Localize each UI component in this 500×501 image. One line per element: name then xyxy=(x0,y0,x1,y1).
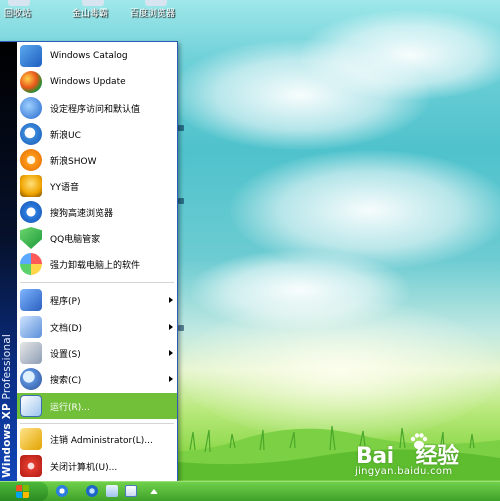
menu-item-uninstaller[interactable]: 强力卸载电脑上的软件 xyxy=(17,251,177,277)
sogou-browser-icon xyxy=(20,201,42,223)
menu-separator xyxy=(20,282,174,283)
desktop-icon-label[interactable]: 金山毒霸 xyxy=(72,6,108,19)
run-icon xyxy=(20,395,42,417)
program-defaults-icon xyxy=(20,97,42,119)
ie-icon[interactable] xyxy=(86,485,98,497)
start-button[interactable] xyxy=(0,482,48,501)
chevron-up-icon[interactable] xyxy=(150,489,158,494)
banner-text: Windows XP Professional xyxy=(1,334,13,478)
menu-item-label: 关闭计算机(U)... xyxy=(50,462,118,473)
menu-separator xyxy=(20,423,174,424)
menu-item-label: 运行(R)... xyxy=(50,402,90,413)
menu-item-settings[interactable]: 设置(S) xyxy=(17,340,177,366)
menu-item-search[interactable]: 搜索(C) xyxy=(17,366,177,392)
watermark-url: jingyan.baidu.com xyxy=(355,466,453,477)
qq-pc-manager-icon xyxy=(20,227,42,249)
submenu-arrow-icon xyxy=(169,324,173,330)
sina-uc-icon xyxy=(20,123,42,145)
desktop-icon-label[interactable]: 回收站 xyxy=(4,6,31,19)
desktop-icon-fragment xyxy=(178,325,184,331)
start-menu-banner: Windows XP Professional xyxy=(0,42,17,482)
desktop-icon-label[interactable]: 百度浏览器 xyxy=(130,6,175,19)
menu-item-qq-pc-manager[interactable]: QQ电脑管家 xyxy=(17,225,177,251)
windows-logo-icon xyxy=(16,485,29,498)
menu-item-sina-show[interactable]: 新浪SHOW xyxy=(17,147,177,173)
submenu-arrow-icon xyxy=(169,376,173,382)
programs-icon xyxy=(20,289,42,311)
menu-item-label: YY语音 xyxy=(50,182,79,193)
menu-item-label: 新浪SHOW xyxy=(50,156,97,167)
search-icon xyxy=(20,368,42,390)
menu-item-label: 程序(P) xyxy=(50,296,81,307)
start-menu-items: Windows Catalog Windows Update 设定程序访问和默认… xyxy=(17,42,177,482)
menu-item-program-defaults[interactable]: 设定程序访问和默认值 xyxy=(17,95,177,121)
submenu-arrow-icon xyxy=(169,350,173,356)
menu-item-label: Windows Update xyxy=(50,77,126,87)
banner-edition: Professional xyxy=(1,334,13,400)
menu-item-label: QQ电脑管家 xyxy=(50,234,101,245)
menu-item-log-off[interactable]: 注销 Administrator(L)... xyxy=(17,426,177,452)
uninstaller-icon xyxy=(20,253,42,275)
menu-item-label: Windows Catalog xyxy=(50,51,128,61)
taskbar xyxy=(0,481,500,501)
menu-item-label: 搜索(C) xyxy=(50,375,82,386)
menu-item-label: 强力卸载电脑上的软件 xyxy=(50,260,141,271)
menu-item-shut-down[interactable]: 关闭计算机(U)... xyxy=(17,453,177,479)
menu-item-run[interactable]: 运行(R)... xyxy=(17,393,177,419)
menu-item-label: 注销 Administrator(L)... xyxy=(50,435,153,446)
desktop-icon-fragment xyxy=(178,125,184,131)
menu-item-windows-catalog[interactable]: Windows Catalog xyxy=(17,43,177,69)
windows-catalog-icon xyxy=(20,45,42,67)
menu-item-programs[interactable]: 程序(P) xyxy=(17,287,177,313)
settings-icon xyxy=(20,342,42,364)
desktop-icon-fragment xyxy=(178,198,184,204)
log-off-icon xyxy=(20,428,42,450)
menu-item-label: 设定程序访问和默认值 xyxy=(50,104,141,115)
taskbar-app-icon[interactable] xyxy=(56,485,68,497)
menu-item-windows-update[interactable]: Windows Update xyxy=(17,69,177,95)
taskbar-window-icon[interactable] xyxy=(125,485,137,497)
documents-icon xyxy=(20,316,42,338)
show-desktop-icon[interactable] xyxy=(106,485,118,497)
menu-item-documents[interactable]: 文档(D) xyxy=(17,314,177,340)
baidu-paw-icon xyxy=(410,433,428,450)
shut-down-icon xyxy=(20,455,42,477)
windows-update-icon xyxy=(20,71,42,93)
menu-item-label: 新浪UC xyxy=(50,130,81,141)
menu-item-sogou-browser[interactable]: 搜狗高速浏览器 xyxy=(17,199,177,225)
menu-item-sina-uc[interactable]: 新浪UC xyxy=(17,121,177,147)
menu-item-label: 搜狗高速浏览器 xyxy=(50,208,114,219)
menu-item-label: 设置(S) xyxy=(50,349,81,360)
menu-item-label: 文档(D) xyxy=(50,323,82,334)
submenu-arrow-icon xyxy=(169,297,173,303)
yy-voice-icon xyxy=(20,175,42,197)
menu-item-yy-voice[interactable]: YY语音 xyxy=(17,173,177,199)
sina-show-icon xyxy=(20,149,42,171)
banner-os: Windows XP xyxy=(1,403,13,478)
start-menu: Windows XP Professional Windows Catalog … xyxy=(0,41,178,483)
